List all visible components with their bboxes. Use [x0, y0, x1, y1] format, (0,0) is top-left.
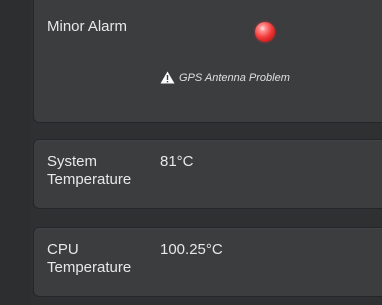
alarm-label: Minor Alarm [47, 18, 128, 35]
warning-triangle-icon [160, 71, 175, 84]
system-temperature-label-line2: Temperature [47, 171, 132, 188]
system-temperature-label-line1: System [47, 153, 98, 170]
alarm-led-indicator [255, 22, 275, 42]
system-temperature-label: System Temperature [47, 153, 131, 189]
system-temperature-card: System Temperature 81°C [33, 139, 382, 209]
cpu-temperature-card: CPU Temperature 100.25°C [33, 227, 382, 297]
alarm-warning-text: GPS Antenna Problem [179, 71, 290, 84]
system-temperature-value: 81°C [160, 153, 194, 170]
cpu-temperature-label-line1: CPU [47, 241, 79, 258]
cpu-temperature-value: 100.25°C [160, 241, 223, 258]
left-rail [0, 0, 30, 305]
alarm-warning: GPS Antenna Problem [160, 71, 290, 84]
cpu-temperature-label: CPU Temperature [47, 241, 131, 277]
cpu-temperature-label-line2: Temperature [47, 259, 132, 276]
alarm-card: Minor Alarm GPS Antenna Problem [33, 0, 382, 123]
status-panel: Minor Alarm GPS Antenna Problem System T… [0, 0, 382, 305]
